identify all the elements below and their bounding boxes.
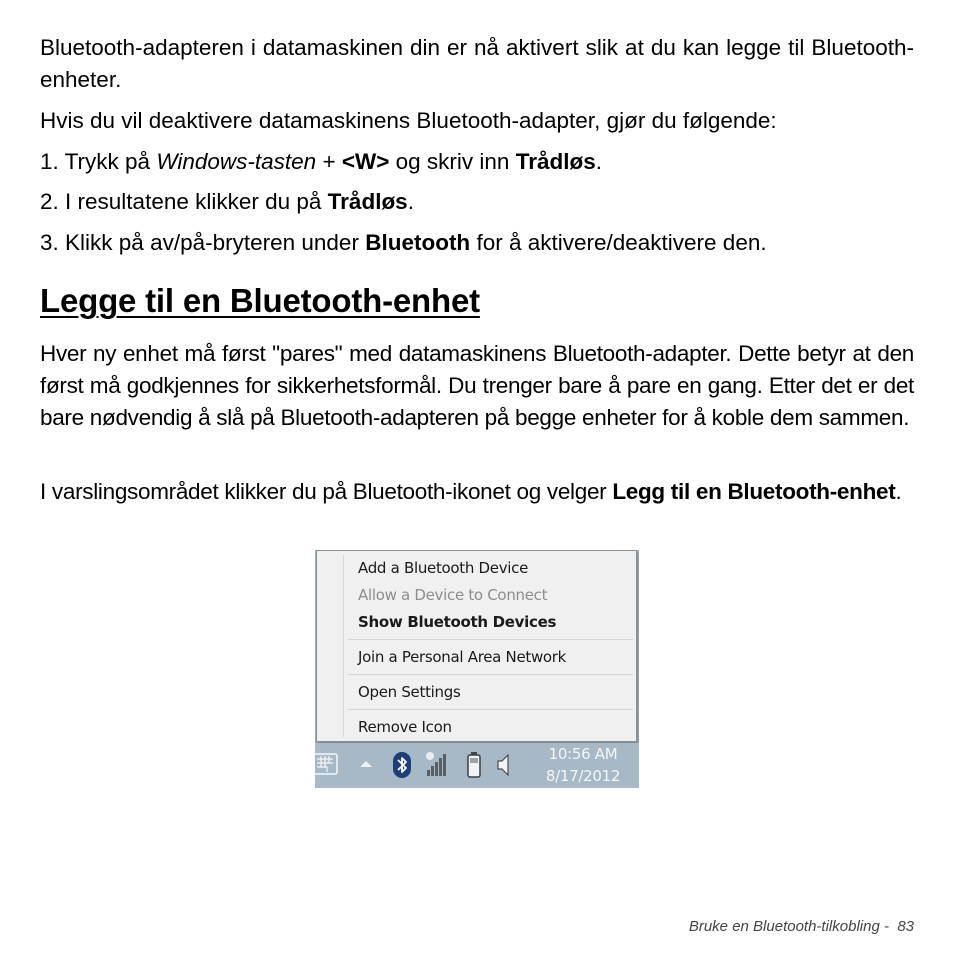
step-text: . bbox=[595, 149, 602, 174]
step-text: for å aktivere/deaktivere den. bbox=[470, 230, 767, 255]
search-term: Trådløs bbox=[515, 149, 596, 174]
step-2: 2. I resultatene klikker du på Trådløs. bbox=[40, 186, 914, 218]
intro-paragraph-2: Hvis du vil deaktivere datamaskinens Blu… bbox=[40, 108, 777, 133]
keyboard-key-w: <W> bbox=[341, 149, 390, 174]
tray-clock[interactable]: 10:56 AM 8/17/2012 bbox=[533, 743, 633, 787]
section-heading: Legge til en Bluetooth-enhet bbox=[40, 282, 480, 319]
menu-item-add-device[interactable]: Add a Bluetooth Device bbox=[358, 559, 528, 577]
step-3: 3. Klikk på av/på-bryteren under Bluetoo… bbox=[40, 227, 914, 259]
menu-gutter bbox=[343, 555, 344, 737]
section-paragraph-2: I varslingsområdet klikker du på Bluetoo… bbox=[40, 476, 914, 508]
menu-separator bbox=[348, 639, 633, 640]
battery-icon[interactable] bbox=[466, 751, 482, 779]
menu-item-show-devices[interactable]: Show Bluetooth Devices bbox=[358, 613, 556, 631]
keyboard-icon[interactable] bbox=[315, 753, 339, 775]
step-1: 1. Trykk på Windows-tasten + <W> og skri… bbox=[40, 146, 914, 178]
menu-item-remove-icon[interactable]: Remove Icon bbox=[358, 718, 452, 736]
step-text: Klikk på av/på-bryteren under bbox=[65, 230, 366, 255]
menu-item-join-pan[interactable]: Join a Personal Area Network bbox=[358, 648, 566, 666]
keyboard-key-windows: Windows-tasten bbox=[156, 149, 317, 174]
menu-item-open-settings[interactable]: Open Settings bbox=[358, 683, 461, 701]
section-paragraph-1: Hver ny enhet må først "pares" med datam… bbox=[40, 341, 914, 430]
volume-icon[interactable] bbox=[496, 752, 512, 778]
footer-chapter: Bruke en Bluetooth-tilkobling - bbox=[688, 918, 889, 935]
page-footer: Bruke en Bluetooth-tilkobling - 83 bbox=[689, 918, 914, 935]
step-text: og skriv inn bbox=[389, 149, 516, 174]
page-number: 83 bbox=[897, 918, 914, 935]
result-term: Trådløs bbox=[327, 189, 408, 214]
show-hidden-icons-arrow[interactable] bbox=[359, 759, 373, 769]
bluetooth-icon[interactable] bbox=[392, 751, 412, 779]
paragraph-text: . bbox=[895, 479, 902, 504]
taskbar-tray: 10:56 AM 8/17/2012 bbox=[315, 743, 639, 788]
menu-item-allow-connect: Allow a Device to Connect bbox=[358, 586, 548, 604]
menu-separator bbox=[348, 674, 633, 675]
step-number: 3. bbox=[40, 230, 59, 255]
menu-separator bbox=[348, 709, 633, 710]
bluetooth-context-menu: Add a Bluetooth Device Allow a Device to… bbox=[316, 550, 637, 742]
paragraph-text: I varslingsområdet klikker du på Bluetoo… bbox=[40, 479, 613, 504]
clock-time: 10:56 AM bbox=[548, 745, 618, 763]
wireless-signal-icon[interactable] bbox=[424, 750, 448, 778]
bluetooth-tray-screenshot: Add a Bluetooth Device Allow a Device to… bbox=[315, 550, 639, 788]
step-number: 1. bbox=[40, 149, 59, 174]
step-text: I resultatene klikker du på bbox=[65, 189, 328, 214]
clock-date: 8/17/2012 bbox=[545, 767, 621, 785]
step-number: 2. bbox=[40, 189, 59, 214]
step-text: Trykk på bbox=[64, 149, 157, 174]
step-text: . bbox=[407, 189, 414, 214]
intro-paragraph-1: Bluetooth-adapteren i datamaskinen din e… bbox=[40, 35, 914, 92]
toggle-term: Bluetooth bbox=[365, 230, 471, 255]
step-text: + bbox=[316, 149, 342, 174]
menu-option-term: Legg til en Bluetooth-enhet bbox=[612, 479, 896, 504]
